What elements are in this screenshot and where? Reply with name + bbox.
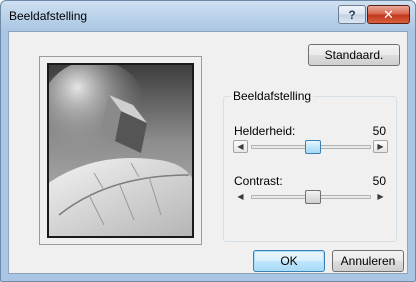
brightness-value: 50 <box>372 124 386 138</box>
contrast-decrease-button[interactable]: ◀ <box>233 190 248 203</box>
preview-frame <box>39 56 202 245</box>
contrast-value: 50 <box>372 174 386 188</box>
group-title: Beeldafstelling <box>231 89 314 103</box>
default-button[interactable]: Standaard. <box>308 44 400 66</box>
ok-button-label: OK <box>280 254 298 268</box>
brightness-slider-thumb[interactable] <box>305 140 321 154</box>
arrow-right-icon: ▶ <box>377 142 384 151</box>
ok-button[interactable]: OK <box>253 250 325 272</box>
help-button[interactable]: ? <box>338 5 366 24</box>
cancel-button[interactable]: Annuleren <box>332 250 404 272</box>
arrow-right-icon: ▶ <box>377 192 384 201</box>
dialog-window: Beeldafstelling ? ✕ Standaard. Beeldafst… <box>0 0 416 282</box>
title-bar[interactable]: Beeldafstelling ? ✕ <box>1 1 415 31</box>
cancel-button-label: Annuleren <box>340 254 396 268</box>
window-title: Beeldafstelling <box>9 9 88 23</box>
dialog-client-area: Standaard. Beeldafstelling Helderheid: 5… <box>8 31 408 274</box>
close-button[interactable]: ✕ <box>367 5 410 24</box>
contrast-increase-button[interactable]: ▶ <box>373 190 388 203</box>
close-icon: ✕ <box>383 6 394 22</box>
brightness-increase-button[interactable]: ▶ <box>373 140 388 153</box>
brightness-label: Helderheid: <box>234 124 296 138</box>
contrast-label: Contrast: <box>234 174 283 188</box>
preview-image <box>47 63 194 238</box>
adjustment-group <box>223 96 397 242</box>
default-button-label: Standaard. <box>324 48 384 62</box>
preview-picture <box>49 65 192 236</box>
brightness-decrease-button[interactable]: ◀ <box>233 140 248 153</box>
help-icon: ? <box>348 7 356 22</box>
contrast-slider-thumb[interactable] <box>305 190 321 204</box>
arrow-left-icon: ◀ <box>237 192 244 201</box>
arrow-left-icon: ◀ <box>237 142 244 151</box>
